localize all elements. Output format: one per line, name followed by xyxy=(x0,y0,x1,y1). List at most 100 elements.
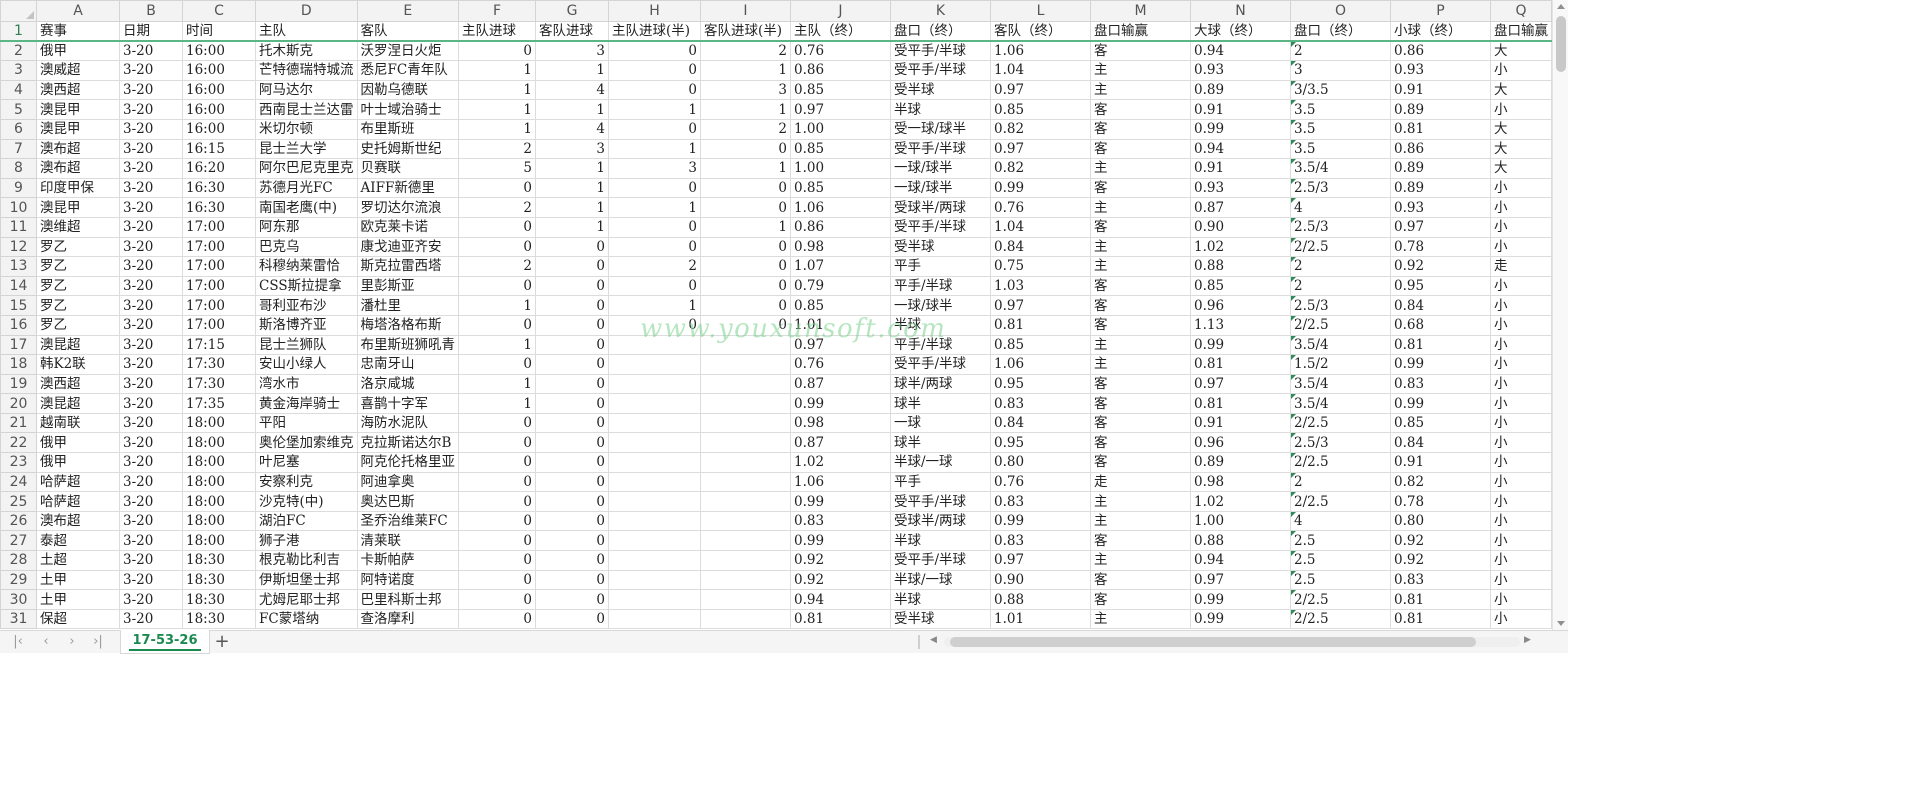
table-cell[interactable]: 0 xyxy=(535,452,609,473)
table-cell[interactable]: 半球/一球 xyxy=(890,452,991,473)
table-cell[interactable]: 小 xyxy=(1490,393,1552,414)
table-cell[interactable]: 小 xyxy=(1490,550,1552,571)
table-cell[interactable]: 土甲 xyxy=(36,569,120,591)
table-cell[interactable]: 1.06 xyxy=(790,197,891,218)
table-cell[interactable]: 0.75 xyxy=(990,256,1091,277)
table-cell[interactable]: 阿尔巴尼克里克 xyxy=(255,158,358,179)
table-cell[interactable]: 0.94 xyxy=(790,589,891,610)
table-cell[interactable] xyxy=(608,589,701,610)
table-cell[interactable]: 客 xyxy=(1090,118,1191,140)
column-header[interactable]: C xyxy=(182,0,256,22)
table-cell[interactable]: 澳西超 xyxy=(36,373,120,395)
table-cell[interactable]: 0.92 xyxy=(1390,530,1491,552)
column-header[interactable]: B xyxy=(119,0,183,22)
table-cell[interactable]: 16:00 xyxy=(182,79,256,101)
table-cell[interactable]: 1 xyxy=(458,79,536,101)
table-cell[interactable]: 0.81 xyxy=(1190,354,1291,375)
table-cell[interactable]: 客 xyxy=(1090,275,1191,297)
header-cell[interactable]: 客队 xyxy=(356,21,459,43)
table-cell[interactable]: 小 xyxy=(1490,99,1552,120)
table-cell[interactable]: 平手/半球 xyxy=(890,275,991,297)
table-cell[interactable]: 0 xyxy=(700,295,791,316)
table-cell[interactable]: 0.91 xyxy=(1190,158,1291,179)
table-cell[interactable]: 0.93 xyxy=(1190,177,1291,199)
table-cell[interactable] xyxy=(700,452,791,473)
table-cell[interactable]: 0 xyxy=(535,491,609,512)
scroll-up-icon[interactable] xyxy=(1557,4,1565,9)
table-cell[interactable]: 小 xyxy=(1490,275,1552,297)
row-number[interactable]: 4 xyxy=(0,79,37,101)
table-cell[interactable]: 16:15 xyxy=(182,138,256,160)
row-number[interactable]: 15 xyxy=(0,295,37,316)
header-cell[interactable]: 主队 xyxy=(255,21,358,43)
header-cell[interactable]: 客队进球 xyxy=(535,21,609,43)
table-cell[interactable]: 半球 xyxy=(890,530,991,552)
table-cell[interactable]: 1.5/2 xyxy=(1290,354,1391,375)
table-cell[interactable]: 主 xyxy=(1090,197,1191,218)
table-cell[interactable]: 2 xyxy=(1290,275,1391,297)
table-cell[interactable]: 0 xyxy=(458,589,536,610)
table-cell[interactable]: 1 xyxy=(535,197,609,218)
table-cell[interactable]: 半球 xyxy=(890,589,991,610)
row-number[interactable]: 30 xyxy=(0,589,37,610)
table-cell[interactable]: 潘杜里 xyxy=(356,295,459,316)
row-number[interactable]: 16 xyxy=(0,314,37,336)
table-cell[interactable]: 0.89 xyxy=(1190,452,1291,473)
first-sheet-icon[interactable]: |‹ xyxy=(8,633,28,651)
header-cell[interactable]: 客队（终） xyxy=(990,21,1091,43)
table-cell[interactable]: 3.5 xyxy=(1290,118,1391,140)
table-cell[interactable]: 小 xyxy=(1490,334,1552,356)
table-cell[interactable]: 0.90 xyxy=(1190,216,1291,238)
table-cell[interactable] xyxy=(608,432,701,454)
table-cell[interactable]: 0 xyxy=(700,236,791,258)
table-cell[interactable]: 阿特诺度 xyxy=(356,569,459,591)
table-cell[interactable]: 狮子港 xyxy=(255,530,358,552)
table-cell[interactable]: 3-20 xyxy=(119,60,183,81)
table-cell[interactable]: 1.01 xyxy=(790,314,891,336)
table-cell[interactable]: 海防水泥队 xyxy=(356,412,459,434)
table-cell[interactable]: 越南联 xyxy=(36,412,120,434)
table-cell[interactable]: 0.85 xyxy=(790,295,891,316)
table-cell[interactable]: 0.76 xyxy=(790,354,891,375)
table-cell[interactable]: 3-20 xyxy=(119,40,183,62)
table-cell[interactable]: 湾水市 xyxy=(255,373,358,395)
table-cell[interactable]: 16:20 xyxy=(182,158,256,179)
table-cell[interactable]: 克拉斯诺达尔B xyxy=(356,432,459,454)
table-cell[interactable]: 0 xyxy=(458,236,536,258)
table-cell[interactable]: 0.85 xyxy=(790,138,891,160)
table-cell[interactable]: 3-20 xyxy=(119,452,183,473)
table-cell[interactable]: 2 xyxy=(700,40,791,62)
table-cell[interactable]: 俄甲 xyxy=(36,432,120,454)
table-cell[interactable]: 泰超 xyxy=(36,530,120,552)
table-cell[interactable]: 黄金海岸骑士 xyxy=(255,393,358,414)
row-number[interactable]: 17 xyxy=(0,334,37,356)
table-cell[interactable]: 0.99 xyxy=(1190,608,1291,630)
table-cell[interactable] xyxy=(700,510,791,532)
table-cell[interactable]: 罗乙 xyxy=(36,314,120,336)
table-cell[interactable]: 1 xyxy=(608,99,701,120)
table-cell[interactable]: 0 xyxy=(535,373,609,395)
row-number[interactable]: 21 xyxy=(0,412,37,434)
table-cell[interactable]: 主 xyxy=(1090,550,1191,571)
table-cell[interactable]: 1 xyxy=(608,138,701,160)
table-cell[interactable]: 1.04 xyxy=(990,216,1091,238)
row-number[interactable]: 11 xyxy=(0,216,37,238)
table-cell[interactable]: AIFF新德里 xyxy=(356,177,459,199)
table-cell[interactable]: 巴克乌 xyxy=(255,236,358,258)
table-cell[interactable]: 澳昆超 xyxy=(36,334,120,356)
table-cell[interactable]: 1 xyxy=(458,295,536,316)
table-cell[interactable] xyxy=(608,471,701,493)
table-cell[interactable]: 奥达巴斯 xyxy=(356,491,459,512)
table-cell[interactable]: 0.90 xyxy=(990,569,1091,591)
table-cell[interactable]: 3-20 xyxy=(119,550,183,571)
table-cell[interactable] xyxy=(608,491,701,512)
table-cell[interactable]: 0 xyxy=(608,118,701,140)
table-cell[interactable]: 客 xyxy=(1090,216,1191,238)
table-cell[interactable] xyxy=(608,452,701,473)
table-cell[interactable]: 平手 xyxy=(890,256,991,277)
table-cell[interactable]: 0 xyxy=(458,471,536,493)
table-cell[interactable]: 0.97 xyxy=(790,334,891,356)
table-cell[interactable]: 一球/球半 xyxy=(890,295,991,316)
row-number[interactable]: 5 xyxy=(0,99,37,120)
scroll-down-icon[interactable] xyxy=(1557,621,1565,626)
